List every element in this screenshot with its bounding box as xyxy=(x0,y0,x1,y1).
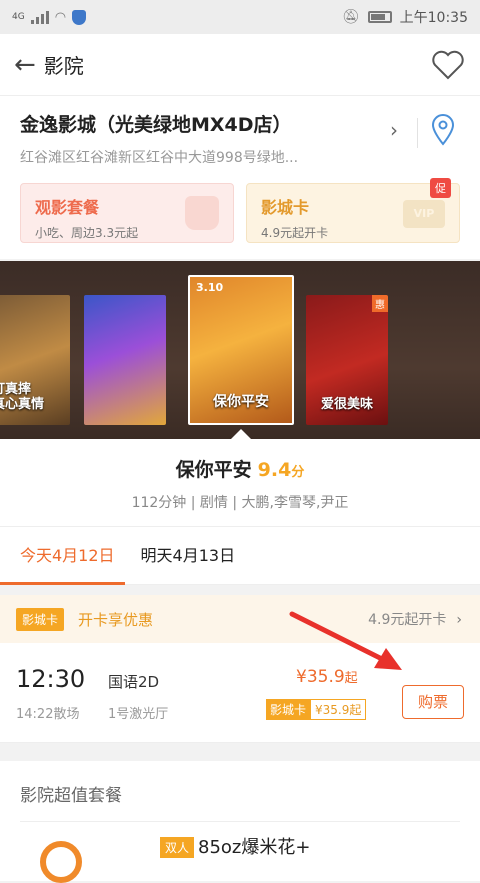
promo-badge: 促 xyxy=(430,178,451,198)
popcorn-icon xyxy=(40,841,82,883)
vip-price: 影城卡 ¥35.9起 xyxy=(266,699,367,720)
showtime-end: 14:22散场 xyxy=(16,707,80,722)
poster-2[interactable] xyxy=(84,295,166,425)
poster-1[interactable]: 打真摔 真心真情 xyxy=(0,295,70,425)
package-card[interactable]: 观影套餐 小吃、周边3.3元起 xyxy=(20,183,234,243)
battery-icon xyxy=(367,11,392,23)
mute-icon: 🔕︎ xyxy=(341,9,360,25)
poster-4[interactable]: 惠 爱很美味 xyxy=(306,295,388,425)
status-right: 🔕︎ 上午10:35 xyxy=(342,7,468,27)
vip-card[interactable]: 影城卡 4.9元起开卡 VIP 促 xyxy=(246,178,460,243)
vip-price-tag: 影城卡 xyxy=(266,699,311,720)
poster-3-selected[interactable]: 3.10 保你平安 xyxy=(188,275,294,425)
popcorn-icon xyxy=(185,196,219,230)
poster-3-date: 3.10 xyxy=(196,281,224,294)
location-pin-icon[interactable] xyxy=(430,114,456,150)
movie-score-value: 9.4 xyxy=(257,459,292,481)
poster-4-badge: 惠 xyxy=(372,295,388,312)
cinema-address[interactable]: 红谷滩区红谷滩新区红谷中大道998号绿地... xyxy=(20,147,460,167)
back-arrow-icon[interactable]: ← xyxy=(14,50,36,80)
movie-title: 保你平安 xyxy=(175,459,252,481)
movie-info: 保你平安 9.4分 112分钟 | 剧情 | 大鹏,李雪琴,尹正 xyxy=(0,439,480,527)
signal-icon xyxy=(30,10,49,24)
page-title: 影院 xyxy=(43,54,84,78)
divider xyxy=(417,118,418,148)
chevron-right-icon: › xyxy=(456,612,462,628)
combos-title: 影院超值套餐 xyxy=(20,786,122,806)
poster-3-text: 保你平安 xyxy=(213,394,269,411)
poster-4-text: 爱很美味 xyxy=(320,397,373,413)
combos-section: 影院超值套餐 双人 85oz爆米花+ xyxy=(0,761,480,883)
showtime-language: 国语2D xyxy=(108,673,160,691)
poster-1-text: 打真摔 真心真情 xyxy=(0,381,45,413)
combo-tag: 双人 xyxy=(160,837,195,858)
movie-score: 9.4分 xyxy=(258,459,305,481)
cinema-info: 金逸影城（光美绿地MX4D店） 红谷滩区红谷滩新区红谷中大道998号绿地... … xyxy=(0,96,480,259)
buy-ticket-button[interactable]: 购票 xyxy=(402,685,464,719)
combo-name[interactable]: 85oz爆米花+ xyxy=(198,833,310,859)
vip-tag: 影城卡 xyxy=(16,607,65,631)
selected-indicator xyxy=(231,429,251,439)
poster-carousel[interactable]: 打真摔 真心真情 3.10 保你平安 惠 爱很美味 xyxy=(0,261,480,439)
tab-tomorrow[interactable]: 明天4月13日 xyxy=(141,527,236,585)
divider xyxy=(20,821,460,822)
movie-score-unit: 分 xyxy=(291,465,305,480)
showtime-hall: 1号激光厅 xyxy=(108,707,169,722)
movie-meta: 112分钟 | 剧情 | 大鹏,李雪琴,尹正 xyxy=(131,495,349,511)
favorite-heart-icon[interactable] xyxy=(432,50,464,84)
vip-card-icon: VIP xyxy=(403,200,445,228)
vip-price-value: ¥35.9起 xyxy=(310,699,367,720)
status-bar: 4G ◠ 🔕︎ 上午10:35 xyxy=(0,0,480,34)
chevron-right-icon[interactable]: › xyxy=(390,118,398,142)
promo-text: 开卡享优惠 xyxy=(78,610,154,629)
shield-icon xyxy=(72,9,87,25)
showtime-start: 12:30 xyxy=(16,665,86,693)
promo-cards: 观影套餐 小吃、周边3.3元起 影城卡 4.9元起开卡 VIP 促 xyxy=(20,178,460,243)
red-arrow-icon xyxy=(289,611,402,670)
date-tabs: 今天4月12日 明天4月13日 xyxy=(0,527,480,585)
network-label: 4G xyxy=(12,12,25,22)
tab-today[interactable]: 今天4月12日 xyxy=(0,527,125,585)
status-left: 4G ◠ xyxy=(12,9,87,25)
clock: 上午10:35 xyxy=(399,10,468,26)
top-bar: ← 影院 xyxy=(0,34,480,96)
wifi-icon: ◠ xyxy=(54,9,67,25)
